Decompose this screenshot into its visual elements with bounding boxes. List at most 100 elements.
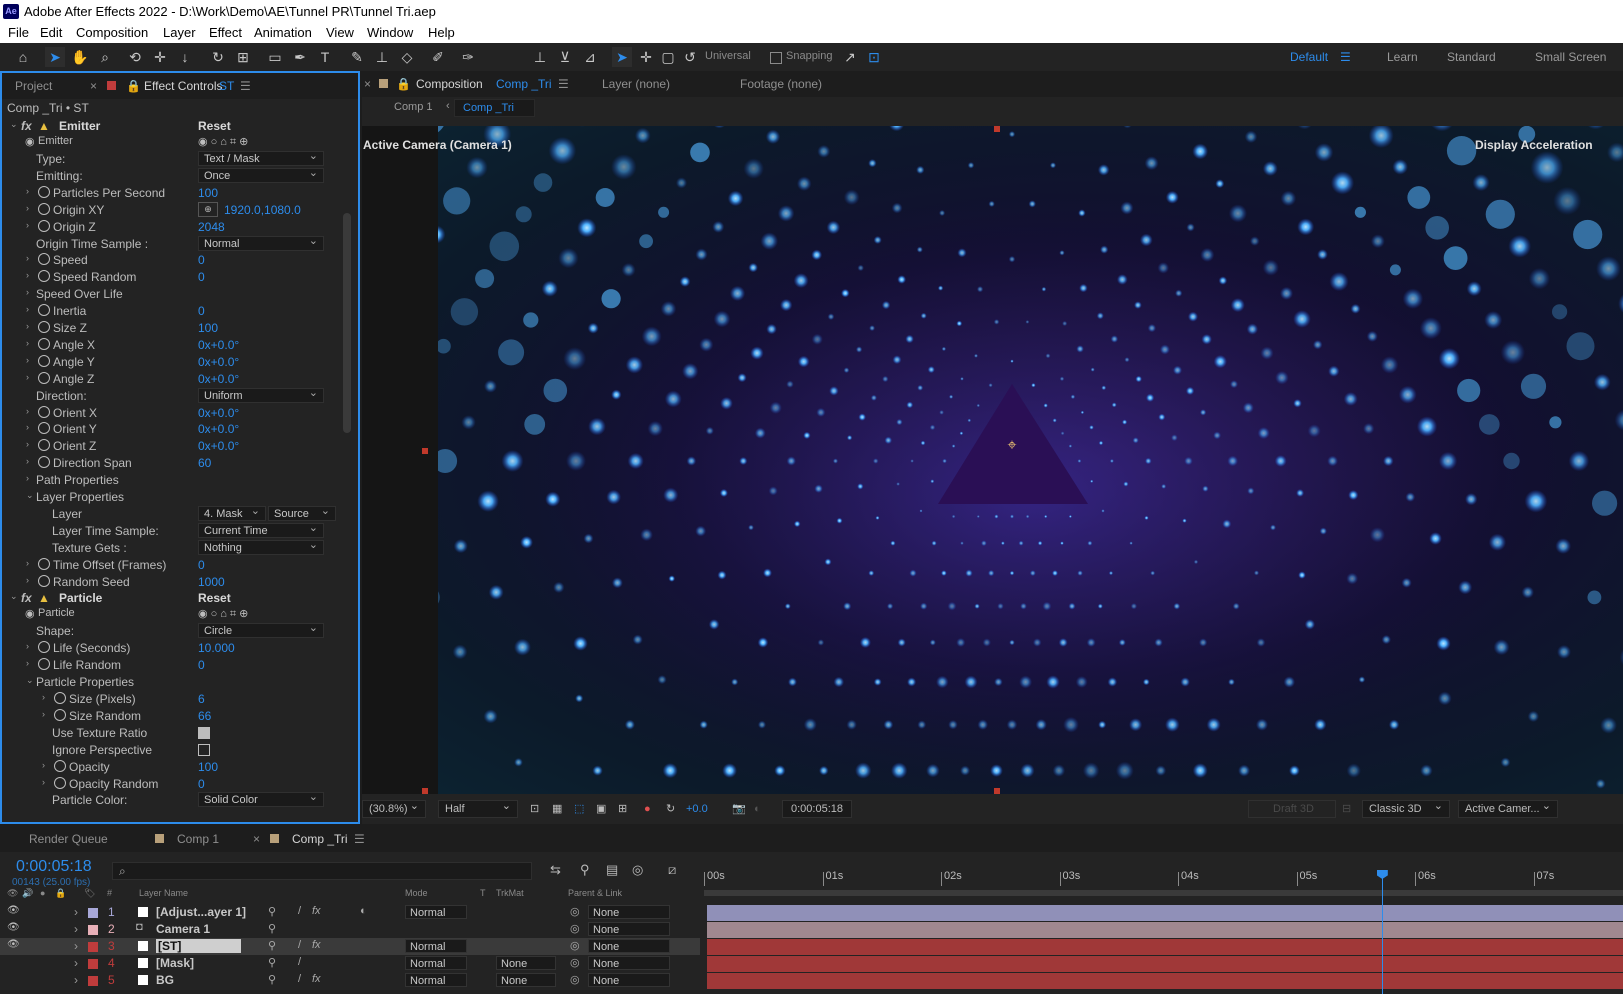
chevron-right-icon[interactable]: › (26, 439, 29, 449)
transparency-grid-icon[interactable]: ▦ (552, 800, 562, 818)
local-axis-icon[interactable]: ⊥ (530, 47, 550, 67)
stopwatch-icon[interactable] (38, 270, 50, 283)
shy-switch-icon[interactable]: ⚲ (268, 905, 276, 918)
stopwatch-icon[interactable] (38, 304, 50, 317)
chevron-right-icon[interactable]: › (26, 406, 29, 416)
chevron-right-icon[interactable]: › (26, 658, 29, 668)
dolly-camera-icon[interactable]: ↓ (175, 47, 195, 67)
property-value[interactable]: 100 (198, 186, 218, 200)
view-select[interactable]: Active Camer... (1458, 798, 1558, 818)
pick-whip-icon[interactable]: ◎ (570, 922, 580, 935)
property-dropdown[interactable]: 4. Mask (198, 504, 266, 521)
eraser-tool-icon[interactable]: ◇ (397, 47, 417, 67)
composition-mini-flowchart-icon[interactable]: ⇆ (550, 862, 561, 878)
col-parent[interactable]: Parent & Link (568, 888, 622, 898)
layer-mode-select[interactable]: Normal (405, 973, 467, 987)
view-axis-icon[interactable]: ⊿ (580, 47, 600, 67)
close-icon[interactable]: × (364, 77, 371, 91)
property-value[interactable]: 0 (198, 253, 205, 267)
fast-previews-icon[interactable]: ⊡ (530, 800, 539, 818)
property-dropdown[interactable]: Once (198, 166, 324, 183)
property-dropdown-secondary[interactable]: Source (268, 504, 336, 521)
effect-header[interactable]: ⌄ fx ▲ Particle Reset (2, 590, 340, 607)
close-icon[interactable]: × (253, 832, 260, 846)
chevron-down-icon[interactable]: ⌄ (10, 591, 18, 602)
layer-search-input[interactable]: ⌕ (112, 862, 532, 880)
fx-switch-icon[interactable]: fx (312, 973, 321, 985)
frame-blending-icon[interactable]: ▤ (606, 862, 618, 878)
layer-parent-select[interactable]: None (588, 922, 670, 936)
layer-name[interactable]: [Adjust...ayer 1] (156, 905, 246, 919)
col-mode[interactable]: Mode (405, 888, 428, 898)
property-value[interactable]: 100 (198, 760, 218, 774)
quality-switch-icon[interactable]: / (298, 939, 301, 951)
property-value[interactable]: 0 (198, 270, 205, 284)
stopwatch-icon[interactable] (54, 692, 66, 704)
layer-parent-select[interactable]: None (588, 905, 670, 919)
comp-viewer[interactable]: ⌖ Active Camera (Camera 1) Display Accel… (362, 126, 1623, 794)
extended-viewer-icon[interactable]: ⊟ (1342, 800, 1351, 818)
snap-options-icon[interactable]: ↗ (840, 47, 860, 67)
property-dropdown[interactable]: Text / Mask (198, 149, 324, 166)
layer-label-color[interactable] (88, 942, 98, 952)
quality-switch-icon[interactable]: / (298, 973, 301, 985)
tab-composition-name[interactable]: Comp _Tri (496, 77, 552, 91)
layer-name[interactable]: [Mask] (156, 956, 194, 970)
property-checkbox[interactable] (198, 726, 210, 739)
scrollbar[interactable] (343, 213, 351, 433)
universal-move-icon[interactable]: ✛ (636, 47, 656, 67)
stopwatch-icon[interactable] (38, 371, 50, 384)
panel-menu-icon[interactable]: ☰ (240, 79, 251, 93)
stopwatch-icon[interactable] (54, 708, 66, 721)
property-dropdown[interactable]: Current Time (198, 521, 324, 538)
tab-project[interactable]: Project (15, 79, 52, 93)
eye-icon[interactable]: 👁 (7, 939, 20, 950)
layer-parent-select[interactable]: None (588, 956, 670, 970)
lock-icon[interactable]: 🔒 (126, 79, 141, 93)
crumb-comp-1[interactable]: Comp 1 (394, 101, 433, 113)
layer-row[interactable]: 👁 › 1 [Adjust...ayer 1] ⚲ / fx ◐ Normal ◎ None (0, 904, 700, 921)
shy-switch-icon[interactable]: ⚲ (268, 939, 276, 952)
bounding-handle[interactable] (994, 126, 1000, 132)
property-value[interactable]: 0 (198, 777, 205, 791)
mask-visibility-icon[interactable]: ⬚ (574, 800, 584, 818)
menu-view[interactable]: View (326, 25, 354, 40)
close-icon[interactable]: × (90, 79, 97, 93)
grid-guides-icon[interactable]: ⊞ (618, 800, 627, 818)
crosshair-icon[interactable]: ⊕ (198, 201, 218, 217)
property-value[interactable]: 0x+0.0° (198, 372, 239, 386)
stopwatch-icon[interactable] (38, 405, 50, 418)
brush-tool-icon[interactable]: ✎ (347, 47, 367, 67)
layer-name[interactable]: BG (156, 973, 174, 987)
graph-editor-icon[interactable]: ⧄ (668, 862, 676, 878)
menu-animation[interactable]: Animation (254, 25, 312, 40)
resolution-select[interactable]: Half (438, 798, 518, 818)
time-ruler[interactable]: 00s 01s 02s 03s 04s 05s 06s 07s (700, 860, 1623, 898)
reset-exposure-icon[interactable]: ↻ (666, 800, 675, 818)
property-dropdown[interactable]: Normal (198, 234, 324, 251)
stopwatch-icon[interactable] (38, 658, 50, 671)
chevron-down-icon[interactable]: ⌄ (10, 119, 18, 130)
property-checkbox[interactable] (198, 743, 210, 756)
menu-composition[interactable]: Composition (76, 25, 148, 40)
type-tool-icon[interactable]: T (315, 47, 335, 67)
emitter-shape-icons[interactable]: ◉○⌂⌗⊕ (198, 607, 251, 621)
shy-switch-icon[interactable]: ⚲ (268, 922, 276, 935)
chevron-right-icon[interactable]: › (42, 692, 45, 702)
layer-mode-select[interactable]: Normal (405, 956, 467, 970)
pen-tool-icon[interactable]: ✒ (290, 47, 310, 67)
stopwatch-icon[interactable] (38, 422, 50, 435)
workspace-standard[interactable]: Standard (1447, 50, 1496, 64)
property-dropdown[interactable]: Nothing (198, 538, 324, 555)
layer-duration-bar[interactable] (707, 939, 1623, 955)
workspace-menu-icon[interactable]: ☰ (1340, 50, 1351, 64)
roto-brush-icon[interactable]: ✐ (428, 47, 448, 67)
eye-icon[interactable]: 👁 (7, 922, 20, 933)
panel-menu-icon[interactable]: ☰ (354, 832, 365, 846)
stopwatch-icon[interactable] (38, 219, 50, 232)
property-value[interactable]: 10.000 (198, 641, 235, 655)
fx-switch-icon[interactable]: fx (312, 939, 321, 951)
quality-switch-icon[interactable]: / (298, 905, 301, 917)
comp-frame[interactable]: ⌖ (438, 126, 1623, 794)
chevron-right-icon[interactable]: › (26, 422, 29, 432)
